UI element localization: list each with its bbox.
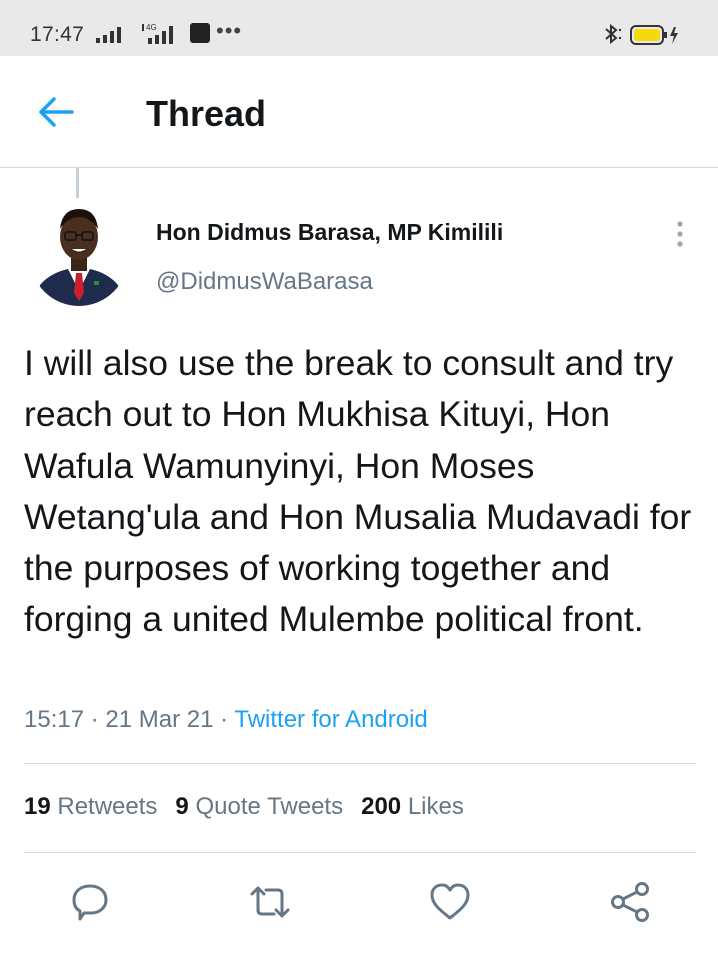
tweet-stats: 19 Retweets 9 Quote Tweets 200 Likes (24, 793, 482, 821)
quotes-label: Quote Tweets (195, 793, 344, 820)
share-button[interactable] (606, 878, 654, 926)
tweet-date: 21 Mar 21 (105, 706, 214, 733)
quotes-count: 9 (175, 793, 189, 820)
bluetooth-icon (605, 23, 622, 45)
app-header: Thread (0, 56, 718, 168)
likes-label: Likes (407, 793, 464, 820)
likes-stat[interactable]: 200 Likes (361, 793, 464, 821)
more-notifications-icon: ••• (216, 18, 243, 43)
thread-connector-line (76, 168, 79, 198)
notification-app-icon (190, 23, 210, 43)
retweet-icon (250, 886, 290, 918)
battery-icon (630, 25, 678, 45)
retweets-label: Retweets (57, 793, 158, 820)
network-type-label: 4G (146, 23, 157, 32)
more-vertical-icon (677, 221, 683, 247)
retweet-button[interactable] (246, 878, 294, 926)
tweet-source-link[interactable]: Twitter for Android (234, 706, 427, 733)
retweets-stat[interactable]: 19 Retweets (24, 793, 157, 821)
likes-count: 200 (361, 793, 402, 820)
status-time: 17:47 (30, 23, 85, 46)
reply-button[interactable] (66, 878, 114, 926)
divider (24, 852, 696, 853)
tweet-time: 15:17 (24, 706, 85, 733)
more-options-button[interactable] (670, 218, 690, 250)
meta-separator: · (213, 706, 235, 733)
back-button[interactable] (36, 94, 76, 130)
mobile-data-icon: 4G (142, 23, 173, 44)
tweet-meta: 15:17 · 21 Mar 21 · Twitter for Android (24, 706, 428, 734)
page-title: Thread (146, 93, 267, 134)
reply-bubble-icon (72, 884, 108, 921)
quote-tweets-stat[interactable]: 9 Quote Tweets (175, 793, 343, 821)
heart-icon (430, 883, 470, 920)
like-button[interactable] (426, 878, 474, 926)
arrow-left-icon (39, 97, 74, 127)
share-icon (611, 882, 649, 922)
author-name[interactable]: Hon Didmus Barasa, MP Kimilili (156, 219, 503, 246)
status-bar: 17:47 4G ••• (0, 0, 718, 56)
avatar[interactable] (30, 199, 128, 309)
profile-photo-image (30, 208, 128, 306)
retweets-count: 19 (24, 793, 51, 820)
author-handle[interactable]: @DidmusWaBarasa (156, 268, 373, 296)
tweet-text: I will also use the break to consult and… (24, 343, 692, 640)
divider (24, 763, 696, 764)
signal-strength-icon (96, 27, 121, 43)
meta-separator: · (84, 706, 106, 733)
